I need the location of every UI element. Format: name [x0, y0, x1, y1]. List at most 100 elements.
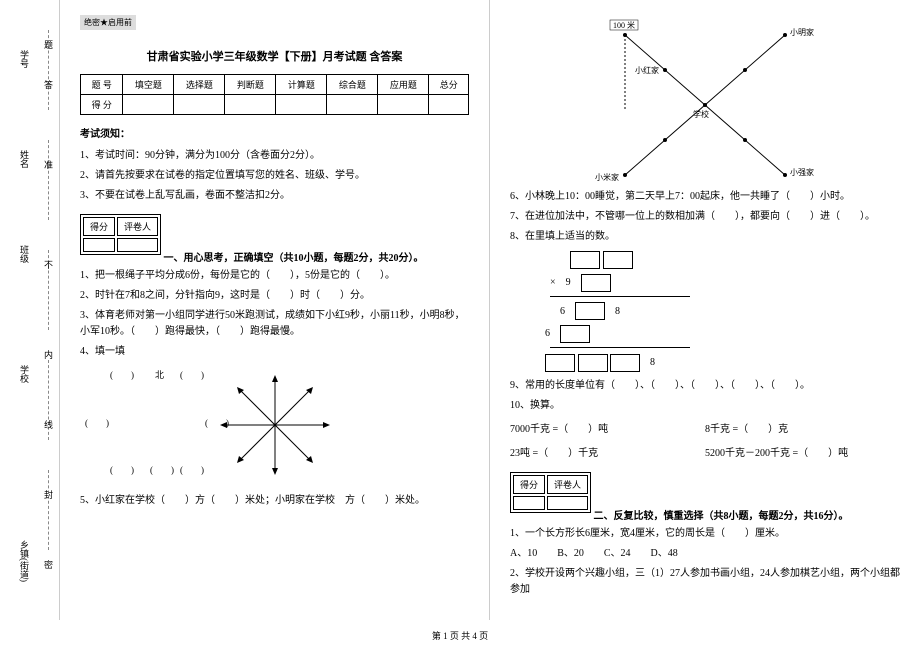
section1-header: 一、用心思考，正确填空（共10小题，每题2分，共20分）。 — [164, 253, 424, 264]
th: 综合题 — [327, 75, 378, 95]
td-blank[interactable] — [225, 95, 276, 115]
seal-char: 内 — [42, 350, 55, 359]
th: 选择题 — [174, 75, 225, 95]
page-footer: 第 1 页 共 4 页 — [0, 629, 920, 642]
q4: 4、填一填 — [80, 344, 469, 360]
label-student-id: 学号 — [18, 50, 31, 68]
td-blank[interactable] — [123, 95, 174, 115]
digit: 9 — [566, 277, 571, 288]
q10d: 5200千克－200千克 =（ ）吨 — [705, 446, 900, 462]
grader-box: 得分评卷人 — [510, 472, 591, 513]
map-label: 学校 — [693, 109, 709, 119]
td-blank[interactable] — [429, 95, 469, 115]
seal-char: 封 — [42, 490, 55, 499]
th: 填空题 — [123, 75, 174, 95]
map-label: 小明家 — [790, 27, 814, 37]
compass-blank: ( ) — [110, 368, 134, 381]
label-name: 姓名 — [18, 150, 31, 168]
digit-box[interactable] — [610, 354, 640, 372]
seal-char: 准 — [42, 160, 55, 169]
grader-blank[interactable] — [547, 496, 588, 510]
digit-box[interactable] — [581, 274, 611, 292]
q7: 7、在进位加法中，不管哪一位上的数相加满（ ），都要向（ ）进（ ）。 — [510, 209, 900, 225]
th: 总分 — [429, 75, 469, 95]
dash-line — [48, 140, 49, 220]
grader-box: 得分评卷人 — [80, 214, 161, 255]
digit-box[interactable] — [578, 354, 608, 372]
td-blank[interactable] — [276, 95, 327, 115]
section2-header: 二、反复比较，慎重选择（共8小题，每题2分，共16分）。 — [594, 511, 849, 522]
th: 应用题 — [378, 75, 429, 95]
q10c: 23吨 =（ ）千克 — [510, 446, 705, 462]
map-label: 小强家 — [790, 167, 814, 177]
notice-item: 1、考试时间：90分钟，满分为100分（含卷面分2分）。 — [80, 148, 469, 164]
digit-box[interactable] — [545, 354, 575, 372]
th: 题 号 — [81, 75, 123, 95]
q1: 1、把一根绳子平均分成6份，每份是它的（ ），5份是它的（ ）。 — [80, 268, 469, 284]
multiplication-puzzle: × 9 6 8 6 8 — [510, 251, 900, 372]
digit: 6 — [560, 306, 565, 317]
compass-blank: ( ) — [150, 463, 174, 476]
compass-blank: ( ) — [180, 368, 204, 381]
compass-blank: ( ) — [85, 416, 109, 429]
map-label: 小红家 — [635, 65, 659, 75]
s2q1-opts: A、10 B、20 C、24 D、48 — [510, 546, 900, 562]
digit: 8 — [650, 357, 655, 368]
digit-box[interactable] — [575, 302, 605, 320]
th: 计算题 — [276, 75, 327, 95]
left-column: 绝密★启用前 甘肃省实验小学三年级数学【下册】月考试题 含答案 题 号 填空题 … — [60, 0, 490, 620]
notice-item: 2、请首先按要求在试卷的指定位置填写您的姓名、班级、学号。 — [80, 168, 469, 184]
digit-box[interactable] — [570, 251, 600, 269]
td: 得 分 — [81, 95, 123, 115]
digit: 6 — [545, 328, 550, 339]
q5: 5、小红家在学校（ ）方（ ）米处；小明家在学校 方（ ）米处。 — [80, 493, 469, 509]
q8: 8、在里填上适当的数。 — [510, 229, 900, 245]
q10a: 7000千克 =（ ）吨 — [510, 422, 705, 438]
digit-box[interactable] — [560, 325, 590, 343]
notice-title: 考试须知： — [80, 125, 469, 140]
td-blank[interactable] — [378, 95, 429, 115]
score-label: 得分 — [83, 217, 115, 236]
td-blank[interactable] — [327, 95, 378, 115]
q10b: 8千克 =（ ）克 — [705, 422, 900, 438]
grader-blank[interactable] — [117, 238, 158, 252]
s2q1: 1、一个长方形长6厘米，宽4厘米，它的周长是（ ）厘米。 — [510, 526, 900, 542]
map-label: 小米家 — [595, 172, 619, 182]
compass-diagram: ( ) 北 ( ) ( ) ( ) ( ) ( ) ( ) — [80, 370, 469, 483]
dash-line — [48, 470, 49, 550]
digit-box[interactable] — [603, 251, 633, 269]
seal-char: 答 — [42, 80, 55, 89]
right-column: 100 米 小明家 小红家 学校 小米家 小强家 6、小林晚上10：00睡觉，第… — [490, 0, 920, 620]
q3: 3、体育老师对第一小组同学进行50米跑测试，成绩如下小红9秒，小丽11秒，小明8… — [80, 308, 469, 340]
seal-char: 题 — [42, 40, 55, 49]
score-summary-table: 题 号 填空题 选择题 判断题 计算题 综合题 应用题 总分 得 分 — [80, 74, 469, 115]
score-blank[interactable] — [513, 496, 545, 510]
s2q2: 2、学校开设两个兴趣小组，三（1）27人参加书画小组，24人参加棋艺小组，两个小… — [510, 566, 900, 598]
seal-char: 密 — [42, 560, 55, 569]
q2: 2、时针在7和8之间，分针指向9，这时是（ ）时（ ）分。 — [80, 288, 469, 304]
map-scale: 100 米 — [613, 20, 635, 30]
q10: 10、换算。 — [510, 398, 900, 414]
score-label: 得分 — [513, 475, 545, 494]
digit: 8 — [615, 306, 620, 317]
map-diagram: 100 米 小明家 小红家 学校 小米家 小强家 — [565, 15, 845, 185]
grader-label: 评卷人 — [547, 475, 588, 494]
secret-marker: 绝密★启用前 — [80, 15, 136, 30]
td-blank[interactable] — [174, 95, 225, 115]
compass-blank: ( ) — [110, 463, 134, 476]
label-town: 乡镇(街道) — [18, 540, 31, 582]
seal-char: 不 — [42, 260, 55, 269]
label-school: 学校 — [18, 365, 31, 383]
grader-label: 评卷人 — [117, 217, 158, 236]
binding-margin: 学号 姓名 班级 学校 乡镇(街道) 题 答 准 不 内 线 封 密 — [0, 0, 60, 620]
label-class: 班级 — [18, 245, 31, 263]
notice-item: 3、不要在试卷上乱写乱画，卷面不整洁扣2分。 — [80, 188, 469, 204]
exam-title: 甘肃省实验小学三年级数学【下册】月考试题 含答案 — [80, 48, 469, 64]
q9: 9、常用的长度单位有（ ）、（ ）、（ ）、（ ）、（ ）。 — [510, 378, 900, 394]
q6: 6、小林晚上10：00睡觉，第二天早上7：00起床，他一共睡了（ ）小时。 — [510, 189, 900, 205]
seal-char: 线 — [42, 420, 55, 429]
compass-blank: ( ) — [205, 416, 229, 429]
compass-north: 北 — [155, 368, 164, 381]
score-blank[interactable] — [83, 238, 115, 252]
compass-blank: ( ) — [180, 463, 204, 476]
